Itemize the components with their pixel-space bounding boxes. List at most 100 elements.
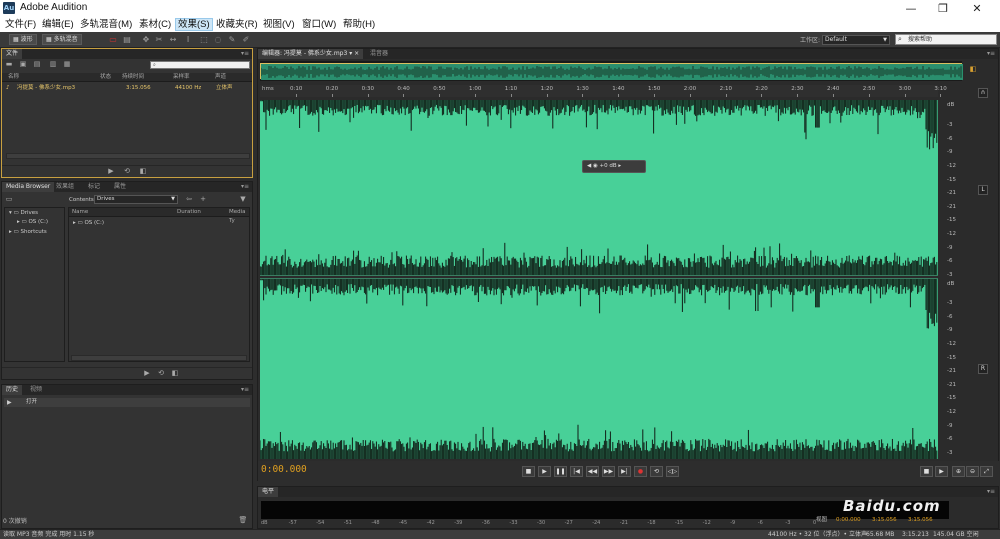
menu-help[interactable]: 帮助(H) (341, 18, 377, 31)
move-tool-icon[interactable]: ✥ (141, 35, 151, 45)
time-selection-tool-icon[interactable]: I (183, 35, 193, 45)
col-channels[interactable]: 声道 (215, 73, 226, 82)
spectral-pitch-icon[interactable]: ▤ (122, 35, 132, 45)
go-to-end-button[interactable]: ▶| (618, 466, 631, 477)
stop-button[interactable]: ■ (522, 466, 535, 477)
import-icon[interactable]: ▣ (18, 60, 28, 69)
back-arrow-icon[interactable]: ⇦ (184, 195, 194, 204)
file-row[interactable]: ♪ 冯提莫 - 佛系少女.mp3 3:15.056 44100 Hz 立体声 (2, 84, 252, 93)
col-name[interactable]: 名称 (8, 73, 19, 82)
headphones-icon[interactable]: ∩ (978, 88, 988, 98)
selection-start[interactable]: 0:00.000 (836, 516, 861, 524)
marquee-tool-icon[interactable]: ⬚ (199, 35, 209, 45)
auto-play-icon[interactable]: ◧ (170, 369, 180, 378)
trash-icon[interactable]: 🗑 (238, 516, 248, 525)
loop-button[interactable]: ⟲ (650, 466, 663, 477)
zoom-in-icon[interactable]: ⊕ (952, 466, 965, 477)
overview-timeline[interactable] (260, 61, 963, 81)
menu-multitrack[interactable]: 多轨混音(M) (78, 18, 134, 31)
tab-files[interactable]: 文件 (2, 49, 23, 59)
col-status[interactable]: 状态 (100, 73, 111, 82)
minimize-button[interactable]: — (896, 0, 926, 17)
spectral-display-icon[interactable]: ▭ (108, 35, 118, 45)
menu-view[interactable]: 视图(V) (261, 18, 297, 31)
menu-favorites[interactable]: 收藏夹(R) (214, 18, 260, 31)
fast-forward-button[interactable]: ▶▶ (602, 466, 615, 477)
loop-preview-icon[interactable]: ⟲ (156, 369, 166, 378)
drives-icon[interactable]: ▭ (4, 195, 14, 204)
zoom-out-icon[interactable]: ⊖ (966, 466, 979, 477)
media-horizontal-scrollbar[interactable] (71, 355, 247, 361)
brush-tool-icon[interactable]: ✎ (227, 35, 237, 45)
tab-effects-rack[interactable]: 效果组 (52, 182, 78, 192)
play-preview-icon[interactable]: ▶ (142, 369, 152, 378)
lasso-tool-icon[interactable]: ◌ (213, 35, 223, 45)
help-search-input[interactable]: ⌕ 搜索帮助 (895, 34, 997, 45)
play-preview-icon[interactable]: ▶ (106, 167, 116, 176)
zoom-navigator-icon[interactable]: ◧ (968, 65, 978, 74)
restore-button[interactable]: ❐ (928, 0, 958, 17)
spot-healing-icon[interactable]: ✐ (241, 35, 251, 45)
record-button[interactable]: ● (634, 466, 647, 477)
channel-left-toggle[interactable]: L (978, 185, 988, 195)
tree-item-os-c[interactable]: ▸ ▭ OS (C:) (17, 218, 48, 226)
tab-markers[interactable]: 标记 (84, 182, 104, 192)
slip-tool-icon[interactable]: ↔ (168, 35, 178, 45)
waveform-view-button[interactable]: ▦ 波形 (9, 34, 37, 45)
menu-effects[interactable]: 效果(S) (175, 18, 213, 31)
waveform-display[interactable]: ◀ ◉ +0 dB ▸ (260, 100, 938, 459)
workspace-select[interactable]: Default ▼ (822, 35, 890, 45)
tab-media-browser[interactable]: Media Browser (2, 182, 55, 192)
play-button[interactable]: ▶ (538, 466, 551, 477)
menu-clip[interactable]: 素材(C) (137, 18, 173, 31)
files-search-input[interactable]: ⌕ (150, 61, 250, 69)
close-button[interactable]: ✕ (962, 0, 992, 17)
overview-visible-range[interactable] (260, 63, 963, 80)
tab-properties[interactable]: 属性 (110, 182, 130, 192)
play-secondary-button[interactable]: ▶ (935, 466, 948, 477)
panel-menu-icon[interactable]: ▾≡ (241, 49, 249, 59)
tab-history[interactable]: 历史 (2, 385, 23, 395)
selection-end[interactable]: 3:15.056 (872, 516, 897, 524)
time-ruler[interactable]: hms 0:10 0:20 0:30 0:40 0:50 1:00 1:10 1:20 1:30… (260, 85, 947, 97)
loop-preview-icon[interactable]: ⟲ (122, 167, 132, 176)
auto-play-icon[interactable]: ◧ (138, 167, 148, 176)
current-time-display[interactable]: 0:00.000 (261, 464, 307, 475)
col-media-type[interactable]: Media Ty (229, 208, 249, 226)
filter-icon[interactable]: ▼ (238, 195, 248, 204)
tab-video[interactable]: 视频 (26, 385, 46, 395)
col-media-name[interactable]: Name (72, 208, 88, 217)
history-item[interactable]: ▶ 打开 (4, 398, 250, 407)
menu-edit[interactable]: 编辑(E) (40, 18, 76, 31)
add-shortcut-icon[interactable]: + (198, 195, 208, 204)
insert-multitrack-icon[interactable]: ▥ (48, 60, 58, 69)
stop-secondary-button[interactable]: ■ (920, 466, 933, 477)
zoom-full-icon[interactable]: ⤢ (980, 466, 993, 477)
list-item-os-c[interactable]: ▸ ▭ OS (C:) (73, 219, 104, 227)
col-media-duration[interactable]: Duration (177, 208, 201, 217)
tree-item-drives[interactable]: ▾ ▭ Drives (9, 209, 38, 217)
selection-duration[interactable]: 3:15.056 (908, 516, 933, 524)
tab-levels[interactable]: 电平 (258, 487, 279, 497)
menu-window[interactable]: 窗口(W) (300, 18, 338, 31)
open-file-icon[interactable]: ▬ (4, 60, 14, 69)
close-file-icon[interactable]: ▦ (62, 60, 72, 69)
panel-menu-icon[interactable]: ▾≡ (987, 49, 995, 59)
menu-file[interactable]: 文件(F) (3, 18, 38, 31)
rewind-button[interactable]: ◀◀ (586, 466, 599, 477)
skip-selection-button[interactable]: ◁▷ (666, 466, 679, 477)
tab-editor[interactable]: 编辑器: 冯提莫 - 佛系少女.mp3 ▾ × (258, 49, 364, 59)
panel-menu-icon[interactable]: ▾≡ (241, 385, 249, 395)
tree-item-shortcuts[interactable]: ▸ ▭ Shortcuts (9, 228, 47, 236)
go-to-start-button[interactable]: |◀ (570, 466, 583, 477)
multitrack-view-button[interactable]: ▦ 多轨混音 (42, 34, 82, 45)
pause-button[interactable]: ❚❚ (554, 466, 567, 477)
contents-select[interactable]: Drives ▼ (94, 195, 178, 204)
razor-tool-icon[interactable]: ✂ (154, 35, 164, 45)
col-duration[interactable]: 持续时间 (122, 73, 144, 82)
new-file-icon[interactable]: ▤ (32, 60, 42, 69)
col-sample-rate[interactable]: 采样率 (173, 73, 190, 82)
panel-menu-icon[interactable]: ▾≡ (987, 487, 995, 497)
gain-hud[interactable]: ◀ ◉ +0 dB ▸ (582, 160, 646, 173)
files-horizontal-scrollbar[interactable] (6, 153, 250, 159)
